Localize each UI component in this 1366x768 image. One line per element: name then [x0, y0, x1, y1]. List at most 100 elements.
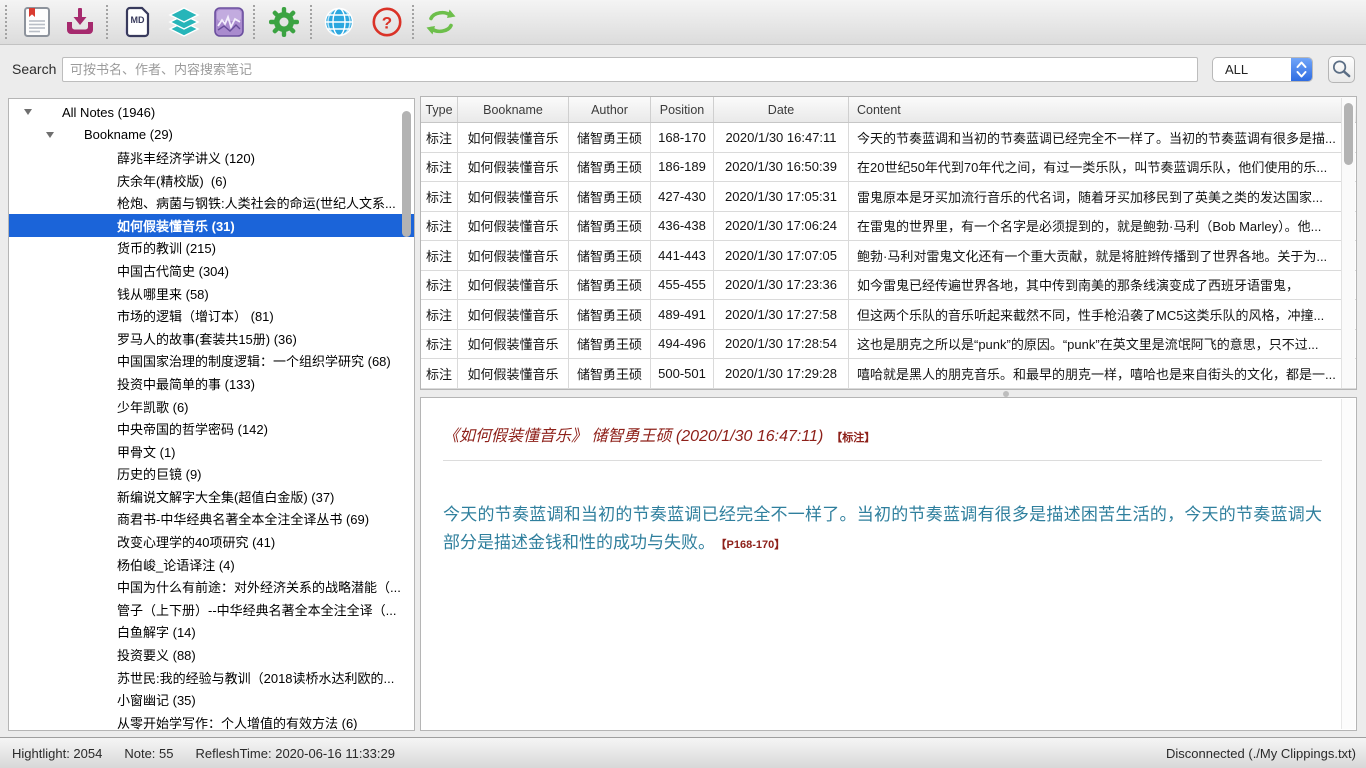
sidebar-item-book[interactable]: 钱从哪里来 (58): [9, 282, 414, 305]
document-icon[interactable]: [20, 5, 54, 39]
table-row[interactable]: 标注 如何假装懂音乐 储智勇王硕 186-189 2020/1/30 16:50…: [421, 153, 1356, 183]
sidebar-item-book[interactable]: 货币的教训 (215): [9, 237, 414, 260]
table-row[interactable]: 标注 如何假装懂音乐 储智勇王硕 494-496 2020/1/30 17:28…: [421, 330, 1356, 360]
sidebar-item-book[interactable]: 中央帝国的哲学密码 (142): [9, 417, 414, 440]
red-book-icon: [93, 511, 110, 526]
cell-type: 标注: [421, 359, 458, 388]
sidebar-item-book[interactable]: 改变心理学的40项研究 (41): [9, 530, 414, 553]
sidebar-item-book[interactable]: 庆余年(精校版) (6): [9, 169, 414, 192]
sidebar-item-label: 中国古代简史 (304): [117, 261, 229, 280]
red-book-icon: [93, 150, 110, 165]
sidebar-item-book[interactable]: 投资要义 (88): [9, 643, 414, 666]
globe-icon[interactable]: [322, 5, 356, 39]
cell-position: 441-443: [651, 241, 714, 270]
sidebar-item-book[interactable]: 如何假装懂音乐 (31): [9, 214, 414, 237]
sidebar-item-book[interactable]: 杨伯峻_论语译注 (4): [9, 553, 414, 576]
cell-type: 标注: [421, 300, 458, 329]
red-book-icon: [93, 195, 110, 210]
sidebar-item-label: 商君书-中华经典名著全本全注全译丛书 (69): [117, 509, 369, 528]
import-icon[interactable]: [63, 5, 97, 39]
column-header-position[interactable]: Position: [651, 97, 714, 122]
sidebar-item-book[interactable]: 历史的巨镜 (9): [9, 463, 414, 486]
sidebar-item-book[interactable]: 中国为什么有前途：对外经济关系的战略潜能（...: [9, 575, 414, 598]
sidebar-item-label: 少年凯歌 (6): [117, 397, 189, 416]
sidebar-item-label: 管子（上下册）--中华经典名著全本全注全译（...: [117, 600, 397, 619]
sidebar-item-label: 枪炮、病菌与钢铁:人类社会的命运(世纪人文系...: [117, 193, 396, 212]
sidebar: All Notes (1946) Bookname (29): [8, 98, 415, 731]
layers-icon[interactable]: [167, 5, 201, 39]
cell-type: 标注: [421, 271, 458, 300]
table-scrollbar-track[interactable]: [1341, 98, 1355, 388]
red-book-icon: [93, 421, 110, 436]
red-book-icon: [93, 670, 110, 685]
sidebar-item-book[interactable]: 新编说文解字大全集(超值白金版) (37): [9, 485, 414, 508]
sidebar-item-book[interactable]: 商君书-中华经典名著全本全注全译丛书 (69): [9, 508, 414, 531]
table-row[interactable]: 标注 如何假装懂音乐 储智勇王硕 441-443 2020/1/30 17:07…: [421, 241, 1356, 271]
cell-author: 储智勇王硕: [569, 271, 651, 300]
cell-position: 436-438: [651, 212, 714, 241]
note-position-tag: 【P168-170】: [721, 539, 785, 551]
cell-content: 嘻哈就是黑人的朋克音乐。和最早的朋克一样，嘻哈也是来自街头的文化，都是一...: [849, 359, 1356, 388]
red-book-icon: [93, 240, 110, 255]
table-row[interactable]: 标注 如何假装懂音乐 储智勇王硕 436-438 2020/1/30 17:06…: [421, 212, 1356, 242]
filter-select-value: ALL: [1225, 62, 1248, 77]
status-connection: Disconnected (./My Clippings.txt): [1166, 746, 1356, 761]
sidebar-item-book[interactable]: 苏世民:我的经验与教训（2018读桥水达利欧的...: [9, 666, 414, 689]
cell-bookname: 如何假装懂音乐: [458, 123, 569, 152]
app-window: { "toolbar": { "icons": ["document-icon"…: [0, 0, 1366, 768]
red-book-icon: [93, 466, 110, 481]
cell-bookname: 如何假装懂音乐: [458, 241, 569, 270]
disclosure-triangle-icon[interactable]: [46, 132, 54, 138]
disclosure-triangle-icon[interactable]: [24, 109, 32, 115]
chart-icon[interactable]: [212, 5, 246, 39]
markdown-icon[interactable]: MD: [121, 5, 155, 39]
cell-author: 储智勇王硕: [569, 330, 651, 359]
search-input[interactable]: [62, 57, 1198, 82]
sidebar-item-label: 甲骨文 (1): [117, 442, 176, 461]
sidebar-item-book[interactable]: 罗马人的故事(套装共15册) (36): [9, 327, 414, 350]
filter-select[interactable]: ALL: [1212, 57, 1313, 82]
note-detail-header: 《如何假装懂音乐》 储智勇王硕 (2020/1/30 16:47:11)【标注】: [443, 422, 1322, 446]
sidebar-item-book[interactable]: 中国国家治理的制度逻辑：一个组织学研究 (68): [9, 350, 414, 373]
sidebar-item-book[interactable]: 小窗幽记 (35): [9, 688, 414, 711]
table-scrollbar-thumb[interactable]: [1344, 103, 1353, 165]
detail-scrollbar-track[interactable]: [1341, 399, 1355, 729]
sidebar-scrollbar-thumb[interactable]: [402, 111, 411, 237]
sidebar-item-label: 市场的逻辑（增订本） (81): [117, 306, 274, 325]
table-row[interactable]: 标注 如何假装懂音乐 储智勇王硕 168-170 2020/1/30 16:47…: [421, 123, 1356, 153]
cell-author: 储智勇王硕: [569, 300, 651, 329]
help-icon[interactable]: ?: [370, 5, 404, 39]
sidebar-item-book[interactable]: 白鱼解字 (14): [9, 621, 414, 644]
sidebar-item-bookname-group[interactable]: Bookname (29): [9, 124, 414, 147]
refresh-icon[interactable]: [424, 5, 458, 39]
column-header-author[interactable]: Author: [569, 97, 651, 122]
toolbar-separator: [253, 5, 255, 39]
table-row[interactable]: 标注 如何假装懂音乐 储智勇王硕 455-455 2020/1/30 17:23…: [421, 271, 1356, 301]
red-book-icon: [93, 399, 110, 414]
red-book-icon: [93, 444, 110, 459]
sidebar-item-book[interactable]: 甲骨文 (1): [9, 440, 414, 463]
sidebar-item-book[interactable]: 投资中最简单的事 (133): [9, 372, 414, 395]
cell-author: 储智勇王硕: [569, 182, 651, 211]
sidebar-item-book[interactable]: 少年凯歌 (6): [9, 395, 414, 418]
sidebar-item-book[interactable]: 薛兆丰经济学讲义 (120): [9, 146, 414, 169]
column-header-date[interactable]: Date: [714, 97, 849, 122]
table-row[interactable]: 标注 如何假装懂音乐 储智勇王硕 500-501 2020/1/30 17:29…: [421, 359, 1356, 389]
red-book-icon: [93, 376, 110, 391]
gear-icon[interactable]: [267, 5, 301, 39]
sidebar-item-book[interactable]: 枪炮、病菌与钢铁:人类社会的命运(世纪人文系...: [9, 191, 414, 214]
search-bar: Search ALL: [0, 46, 1366, 94]
table-row[interactable]: 标注 如何假装懂音乐 储智勇王硕 427-430 2020/1/30 17:05…: [421, 182, 1356, 212]
column-header-content[interactable]: Content: [849, 97, 1356, 122]
sidebar-item-book[interactable]: 中国古代简史 (304): [9, 259, 414, 282]
red-book-icon: [93, 331, 110, 346]
table-row[interactable]: 标注 如何假装懂音乐 储智勇王硕 489-491 2020/1/30 17:27…: [421, 300, 1356, 330]
sidebar-item-all-notes[interactable]: All Notes (1946): [9, 101, 414, 124]
sidebar-item-book[interactable]: 管子（上下册）--中华经典名著全本全注全译（...: [9, 598, 414, 621]
sidebar-item-book[interactable]: 市场的逻辑（增订本） (81): [9, 304, 414, 327]
column-header-type[interactable]: Type: [421, 97, 458, 122]
column-header-bookname[interactable]: Bookname: [458, 97, 569, 122]
search-button[interactable]: [1328, 56, 1355, 83]
sidebar-item-book[interactable]: 从零开始学写作：个人增值的有效方法 (6): [9, 711, 414, 731]
cell-bookname: 如何假装懂音乐: [458, 330, 569, 359]
